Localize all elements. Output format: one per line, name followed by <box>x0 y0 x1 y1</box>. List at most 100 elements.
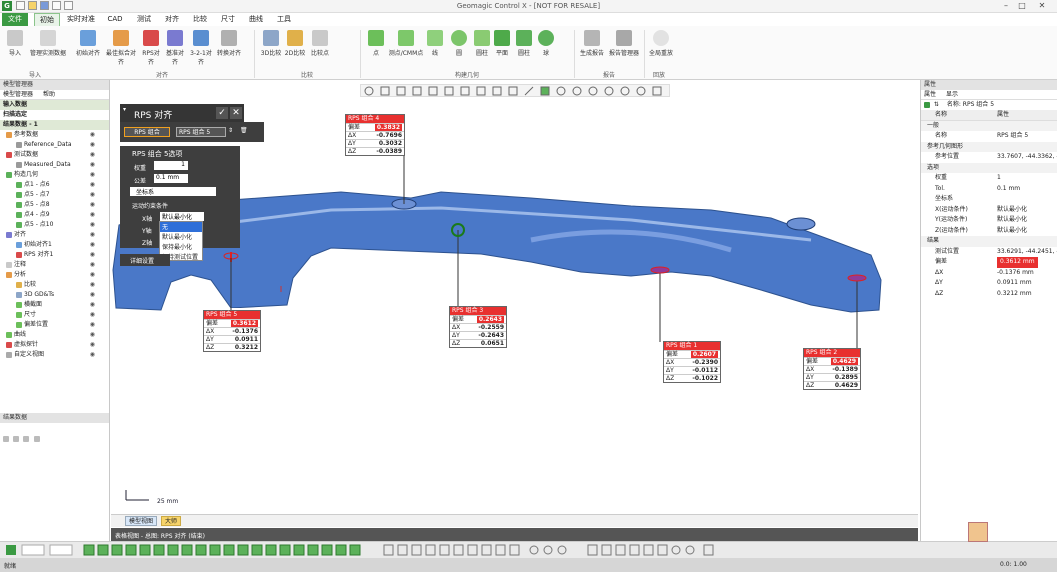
rps-align-button[interactable]: RPS对齐 <box>140 30 162 68</box>
visibility-eye-icon[interactable]: ◉ <box>90 200 95 210</box>
tree-item[interactable]: RPS 对齐1 ◉ <box>0 250 109 260</box>
visibility-eye-icon[interactable]: ◉ <box>90 240 95 250</box>
cylinder-button[interactable]: 圆柱 <box>472 30 492 68</box>
visibility-eye-icon[interactable]: ◉ <box>90 300 95 310</box>
tree-item[interactable]: 偏差位置 ◉ <box>0 320 109 330</box>
property-row[interactable]: 权重 1 <box>921 173 1057 184</box>
rps-combo-select[interactable]: RPS 组合 5 <box>176 127 226 137</box>
property-row[interactable]: X(运动条件) 默认最小化 <box>921 205 1057 216</box>
visibility-eye-icon[interactable]: ◉ <box>90 170 95 180</box>
visibility-eye-icon[interactable]: ◉ <box>90 250 95 260</box>
tree-item[interactable]: 对齐 ◉ <box>0 230 109 240</box>
line-button[interactable]: 线 <box>426 30 444 68</box>
tab-cad[interactable]: CAD <box>104 13 126 26</box>
property-row[interactable]: 结果 <box>921 236 1057 247</box>
property-row[interactable]: 参考几何图形 <box>921 141 1057 152</box>
callout-rps-4[interactable]: RPS 组合 4 偏差 0.3832 ΔX -0.7696 ΔY 0.3032 ΔZ -… <box>345 114 405 156</box>
initial-align-button[interactable]: 初始对齐 <box>74 30 102 68</box>
visibility-eye-icon[interactable]: ◉ <box>90 160 95 170</box>
point-button[interactable]: 点 <box>366 30 386 68</box>
result-tool-icon[interactable] <box>23 436 30 442</box>
tree-item[interactable]: 点1 - 点6 ◉ <box>0 180 109 190</box>
visibility-eye-icon[interactable]: ◉ <box>90 130 95 140</box>
callout-rps-3[interactable]: RPS 组合 3 偏差 0.2643 ΔX -0.2559 ΔY -0.2643 ΔZ… <box>449 306 507 348</box>
321-align-button[interactable]: 3-2-1对齐 <box>188 30 214 68</box>
property-row[interactable]: ΔY 0.0911 mm <box>921 278 1057 289</box>
tab-help[interactable]: 帮助 <box>43 91 55 98</box>
selection-toolbar-icons[interactable] <box>0 542 1057 559</box>
property-row[interactable]: 选项 <box>921 162 1057 173</box>
tab-align[interactable]: 对齐 <box>160 13 184 26</box>
weight-input[interactable]: 1 <box>154 161 188 170</box>
callout-rps-1[interactable]: RPS 组合 1 偏差 0.2607 ΔX -0.2390 ΔY -0.0112 ΔZ… <box>663 341 721 383</box>
combo-spin-icon[interactable]: ⇕ <box>228 127 233 134</box>
section-input-data[interactable]: 输入数据 <box>0 100 109 110</box>
dialog-pin-icon[interactable]: ▾ <box>123 106 126 113</box>
plane-button[interactable]: 平面 <box>492 30 512 68</box>
delete-icon[interactable]: 🗑 <box>240 127 248 134</box>
compare-point-button[interactable]: 比较点 <box>308 30 332 68</box>
manage-measured-button[interactable]: 管理实测数据 <box>28 30 68 68</box>
tree-item[interactable]: 测试数据 ◉ <box>0 150 109 160</box>
transform-align-button[interactable]: 转换对齐 <box>216 30 242 68</box>
circle-button[interactable]: 圆 <box>448 30 470 68</box>
callout-rps-2[interactable]: RPS 组合 2 偏差 0.4629 ΔX -0.1389 ΔY 0.2895 ΔZ 0… <box>803 348 861 390</box>
2d-compare-button[interactable]: 2D比较 <box>284 30 306 68</box>
tree-item[interactable]: Measured_Data ◉ <box>0 160 109 170</box>
result-tool-icon[interactable] <box>3 436 9 442</box>
property-row[interactable]: 偏差 0.3612 mm <box>921 257 1057 268</box>
property-row[interactable]: 一般 <box>921 120 1057 131</box>
3d-compare-button[interactable]: 3D比较 <box>260 30 282 68</box>
replay-button[interactable]: 全局重放 <box>648 30 674 68</box>
visibility-eye-icon[interactable]: ◉ <box>90 280 95 290</box>
tab-display[interactable]: 显示 <box>946 91 958 98</box>
visibility-eye-icon[interactable]: ◉ <box>90 270 95 280</box>
property-row[interactable]: ΔZ 0.3212 mm <box>921 289 1057 300</box>
visibility-eye-icon[interactable]: ◉ <box>90 220 95 230</box>
tree-item[interactable]: 分析 ◉ <box>0 270 109 280</box>
visibility-eye-icon[interactable]: ◉ <box>90 350 95 360</box>
visibility-eye-icon[interactable]: ◉ <box>90 340 95 350</box>
close-icon[interactable]: ✕ <box>1036 1 1048 11</box>
tab-dimension[interactable]: 尺寸 <box>216 13 240 26</box>
property-row[interactable]: Tol. 0.1 mm <box>921 184 1057 195</box>
datum-align-button[interactable]: 基准对齐 <box>164 30 186 68</box>
visibility-eye-icon[interactable]: ◉ <box>90 150 95 160</box>
tree-item[interactable]: 点5 - 点7 ◉ <box>0 190 109 200</box>
visibility-eye-icon[interactable]: ◉ <box>90 330 95 340</box>
generate-report-button[interactable]: 生成报告 <box>578 30 606 68</box>
property-row[interactable]: 参考位置 33.7607, -44.3362, - <box>921 152 1057 163</box>
section-result-data[interactable]: 结果数据 - 1 <box>0 120 109 130</box>
tree-item[interactable]: 比较 ◉ <box>0 280 109 290</box>
property-row[interactable]: 测试位置 33.6291, -44.2451, - <box>921 247 1057 258</box>
visibility-eye-icon[interactable]: ◉ <box>90 140 95 150</box>
tab-file[interactable]: 文件 <box>2 13 28 26</box>
import-button[interactable]: 导入 <box>4 30 26 68</box>
visibility-eye-icon[interactable]: ◉ <box>90 230 95 240</box>
tree-item[interactable]: 点5 - 点10 ◉ <box>0 220 109 230</box>
cylinder2-button[interactable]: 圆柱 <box>514 30 534 68</box>
cancel-x-icon[interactable]: ✕ <box>230 107 242 119</box>
property-row[interactable]: Y(运动条件) 默认最小化 <box>921 215 1057 226</box>
visibility-eye-icon[interactable]: ◉ <box>90 210 95 220</box>
property-row[interactable]: Z(运动条件) 默认最小化 <box>921 226 1057 237</box>
property-row[interactable]: ΔX -0.1376 mm <box>921 268 1057 279</box>
tree-item[interactable]: 初始对齐1 ◉ <box>0 240 109 250</box>
tab-compare[interactable]: 比较 <box>188 13 212 26</box>
tab-master[interactable]: 大师 <box>161 516 181 526</box>
sphere-button[interactable]: 球 <box>536 30 556 68</box>
tree-item[interactable]: 点4 - 点9 ◉ <box>0 210 109 220</box>
section-scan-selected[interactable]: 扫描选定 <box>0 110 109 120</box>
visibility-eye-icon[interactable]: ◉ <box>90 190 95 200</box>
ok-check-icon[interactable]: ✓ <box>216 107 228 119</box>
rps-combo-button[interactable]: RPS 组合 <box>124 127 170 137</box>
tree-item[interactable]: 自定义视图 ◉ <box>0 350 109 360</box>
view-toolbar-icons[interactable] <box>361 85 671 98</box>
tab-realtime[interactable]: 实时对准 <box>64 13 98 26</box>
tab-curve[interactable]: 曲线 <box>244 13 268 26</box>
result-tool-icon[interactable] <box>33 436 40 442</box>
dropdown-option-default[interactable]: 默认最小化 <box>160 232 202 242</box>
tab-model-view[interactable]: 模型视图 <box>125 516 157 526</box>
tab-model-manager[interactable]: 模型管理器 <box>3 91 33 98</box>
dropdown-option-none[interactable]: 无 <box>160 222 202 232</box>
